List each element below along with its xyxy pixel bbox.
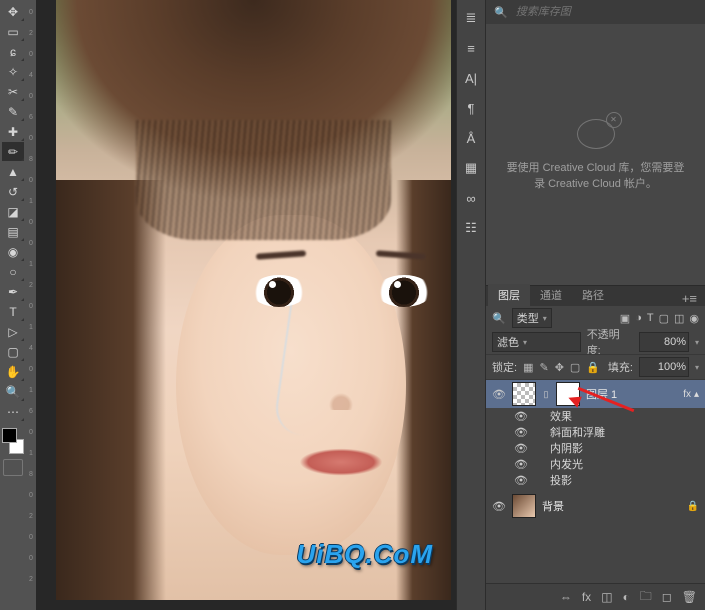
photo-portrait: UiBQ.CoM xyxy=(56,0,451,600)
shape-tool[interactable]: ▢ xyxy=(2,342,24,361)
cc-signin-message: 要使用 Creative Cloud 库，您需要登录 Creative Clou… xyxy=(506,159,685,191)
adjustment-layer-icon[interactable]: ◐ xyxy=(623,590,630,604)
lock-label: 锁定: xyxy=(492,359,517,375)
cloud-offline-icon xyxy=(577,119,615,149)
crop-tool[interactable]: ✂ xyxy=(2,82,24,101)
lock-transparency-icon[interactable]: ▦ xyxy=(523,361,533,374)
visibility-toggle-icon[interactable]: 👁 xyxy=(514,458,528,471)
actions-icon[interactable]: ≡ xyxy=(463,40,479,56)
history-brush-tool[interactable]: ↺ xyxy=(2,182,24,201)
trash-icon[interactable]: 🗑 xyxy=(682,590,697,604)
layer-thumbnail[interactable] xyxy=(512,494,536,518)
opacity-input[interactable] xyxy=(639,332,689,352)
magic-wand-tool[interactable]: ✧ xyxy=(2,62,24,81)
fx-badge[interactable]: fx ▴ xyxy=(683,389,699,400)
canvas-area: UiBQ.CoM xyxy=(36,0,456,610)
visibility-toggle-icon[interactable]: 👁 xyxy=(492,388,506,401)
hand-tool[interactable]: ✋ xyxy=(2,362,24,381)
search-icon: 🔍 xyxy=(494,6,508,19)
layer-row[interactable]: 👁 背景 🔒 xyxy=(486,492,705,520)
layer-name[interactable]: 背景 xyxy=(542,498,564,514)
lock-artboard-icon[interactable]: ▢ xyxy=(570,361,580,374)
layer-style-icon[interactable]: fx xyxy=(582,590,591,604)
layer-mask-icon[interactable]: ◫ xyxy=(601,590,612,604)
lock-position-icon[interactable]: ✥ xyxy=(555,361,564,374)
eraser-tool[interactable]: ◪ xyxy=(2,202,24,221)
brush-tool[interactable]: ✏ xyxy=(2,142,24,161)
effects-header: 效果 xyxy=(550,408,572,424)
panel-menu-icon[interactable]: +≡ xyxy=(674,291,705,306)
blur-tool[interactable]: ◉ xyxy=(2,242,24,261)
panel-tabs: 图层 通道 路径 +≡ xyxy=(486,286,705,306)
ruler-vertical: 0204060801001201401601802002 xyxy=(26,0,36,610)
filter-icon-4[interactable]: ◫ xyxy=(674,312,684,325)
layer-thumbnail[interactable] xyxy=(512,382,536,406)
lock-all-icon[interactable]: 🔒 xyxy=(586,361,600,374)
blend-mode-select[interactable]: 滤色 xyxy=(492,332,581,352)
type-tool[interactable]: T xyxy=(2,302,24,321)
fill-input[interactable] xyxy=(639,357,689,377)
mask-link-icon[interactable]: ▯ xyxy=(542,389,550,400)
filter-icon-1[interactable]: ◑ xyxy=(635,312,642,325)
character-icon[interactable]: A| xyxy=(463,70,479,86)
effects-header-row[interactable]: 👁 效果 xyxy=(486,408,705,424)
layers-panel: 图层 通道 路径 +≡ 🔍 类型 ▣◑T▢◫◉ 滤色 不透明度: ▾ 锁定: xyxy=(486,286,705,610)
effect-row[interactable]: 👁内发光 xyxy=(486,456,705,472)
effect-row[interactable]: 👁内阴影 xyxy=(486,440,705,456)
filter-icon-3[interactable]: ▢ xyxy=(659,312,669,325)
info-icon[interactable]: ∞ xyxy=(463,190,479,206)
visibility-toggle-icon[interactable]: 👁 xyxy=(514,410,528,423)
document-canvas[interactable]: UiBQ.CoM xyxy=(56,0,451,600)
layers-footer: ⇔ fx ◫ ◐ 🗀 ◻ 🗑 xyxy=(486,583,705,610)
lock-indicator-icon: 🔒 xyxy=(687,501,699,512)
lasso-tool[interactable]: ɕ xyxy=(2,42,24,61)
fill-label: 填充: xyxy=(608,359,633,375)
effect-row[interactable]: 👁投影 xyxy=(486,472,705,488)
watermark-text: UiBQ.CoM xyxy=(296,539,433,570)
visibility-toggle-icon[interactable]: 👁 xyxy=(514,474,528,487)
visibility-toggle-icon[interactable]: 👁 xyxy=(514,426,528,439)
foreground-color[interactable] xyxy=(2,428,17,443)
visibility-toggle-icon[interactable]: 👁 xyxy=(514,442,528,455)
link-layers-icon[interactable]: ⇔ xyxy=(560,590,572,604)
lock-pixels-icon[interactable]: ✎ xyxy=(539,361,548,374)
cc-search-input[interactable] xyxy=(514,5,697,19)
cc-libraries-panel: 🔍 要使用 Creative Cloud 库，您需要登录 Creative Cl… xyxy=(486,0,705,286)
visibility-toggle-icon[interactable]: 👁 xyxy=(492,500,506,513)
healing-brush-tool[interactable]: ✚ xyxy=(2,122,24,141)
filter-icon-5[interactable]: ◉ xyxy=(689,312,699,325)
marquee-tool[interactable]: ▭ xyxy=(2,22,24,41)
tab-channels[interactable]: 通道 xyxy=(530,284,572,306)
more-tools[interactable]: ⋯ xyxy=(2,402,24,421)
paragraph-icon[interactable]: ¶ xyxy=(463,100,479,116)
panel-dock: ≣ ≡ A| ¶ Å ▦ ∞ ☷ xyxy=(456,0,486,610)
move-tool[interactable]: ✥ xyxy=(2,2,24,21)
filter-icon-0[interactable]: ▣ xyxy=(620,312,630,325)
path-select-tool[interactable]: ▷ xyxy=(2,322,24,341)
layer-name[interactable]: 图层 1 xyxy=(586,386,617,402)
pen-tool[interactable]: ✒ xyxy=(2,282,24,301)
new-layer-icon[interactable]: ◻ xyxy=(662,590,672,604)
tab-layers[interactable]: 图层 xyxy=(488,284,530,306)
dodge-tool[interactable]: ○ xyxy=(2,262,24,281)
layer-mask-thumbnail[interactable] xyxy=(556,382,580,406)
glyphs-icon[interactable]: Å xyxy=(463,130,479,146)
clone-stamp-tool[interactable]: ▲ xyxy=(2,162,24,181)
tab-paths[interactable]: 路径 xyxy=(572,284,614,306)
quick-mask-toggle[interactable] xyxy=(3,459,23,476)
properties-icon[interactable]: ▦ xyxy=(463,160,479,176)
layer-filter-type[interactable]: 类型 xyxy=(512,308,552,328)
toolbox: ✥▭ɕ✧✂✎✚✏▲↺◪▤◉○✒T▷▢✋🔍⋯ xyxy=(0,0,26,610)
group-icon[interactable]: 🗀 xyxy=(640,587,652,608)
layer-row[interactable]: 👁 ▯ 图层 1 fx ▴ xyxy=(486,380,705,408)
eyedropper-tool[interactable]: ✎ xyxy=(2,102,24,121)
color-swatches[interactable] xyxy=(2,428,24,454)
layer-list: 👁 ▯ 图层 1 fx ▴ 👁 效果 👁斜面和浮雕 👁内阴影 👁内发光 xyxy=(486,380,705,583)
effect-row[interactable]: 👁斜面和浮雕 xyxy=(486,424,705,440)
history-icon[interactable]: ≣ xyxy=(463,10,479,26)
filter-icon-2[interactable]: T xyxy=(647,312,654,325)
gradient-tool[interactable]: ▤ xyxy=(2,222,24,241)
adjustments-icon[interactable]: ☷ xyxy=(463,220,479,236)
zoom-tool[interactable]: 🔍 xyxy=(2,382,24,401)
